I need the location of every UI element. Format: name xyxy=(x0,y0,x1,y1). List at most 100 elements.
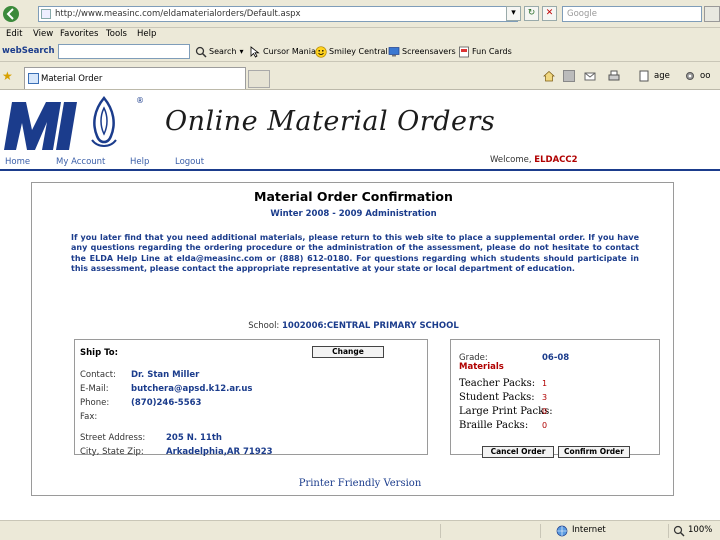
dropdown-icon[interactable]: ▾ xyxy=(506,6,521,21)
toolbar-item-label: Smiley Central xyxy=(329,47,388,56)
printer-friendly-link[interactable]: Printer Friendly Version xyxy=(0,478,720,489)
toolbar-search-button[interactable]: Search ▾ xyxy=(195,44,244,59)
print-icon[interactable] xyxy=(608,70,620,82)
page-icon xyxy=(41,9,51,19)
fax-label: Fax: xyxy=(80,412,98,422)
status-divider xyxy=(540,524,541,538)
materials-box: Grade: 06-08 Materials Teacher Packs: 1 … xyxy=(450,339,660,458)
ship-to-heading: Ship To: xyxy=(80,348,119,358)
back-icon[interactable] xyxy=(2,5,20,23)
mi-logo xyxy=(4,96,117,150)
menu-tools[interactable]: Tools xyxy=(106,29,127,39)
email-value: butchera@apsd.k12.ar.us xyxy=(131,384,253,394)
menu-edit[interactable]: Edit xyxy=(6,29,22,39)
toolbar-brand: webSearch xyxy=(2,46,55,56)
nav-help[interactable]: Help xyxy=(130,157,149,167)
registered-mark: ® xyxy=(136,96,144,105)
web-search-toolbar: webSearch Search ▾ Cursor Mania Smiley C… xyxy=(0,42,720,62)
teacher-packs-value: 1 xyxy=(542,379,548,388)
confirmation-title: Material Order Confirmation xyxy=(254,189,453,204)
tab-title: Material Order xyxy=(41,74,103,84)
teacher-packs-label: Teacher Packs: xyxy=(459,378,536,389)
street-label: Street Address: xyxy=(80,433,146,443)
braille-packs-label: Braille Packs: xyxy=(459,420,529,431)
site-title: Online Material Orders xyxy=(165,106,496,137)
email-label: E-Mail: xyxy=(80,384,109,394)
menu-favorites[interactable]: Favorites xyxy=(60,29,98,39)
smiley-icon xyxy=(315,45,327,58)
toolbar-screensavers[interactable]: Screensavers xyxy=(388,44,456,59)
page-menu-label[interactable]: age xyxy=(654,71,670,81)
tools-gear-icon[interactable] xyxy=(684,70,696,82)
chevron-down-icon: ▾ xyxy=(239,47,244,56)
toolbar-fun-cards[interactable]: Fun Cards xyxy=(458,44,512,59)
school-label: School: xyxy=(248,321,280,331)
search-go-icon[interactable] xyxy=(704,6,720,22)
administration-label: Winter 2008 - 2009 Administration xyxy=(270,209,437,219)
street-value: 205 N. 11th xyxy=(166,433,222,443)
security-zone: Internet xyxy=(572,525,606,535)
refresh-icon[interactable]: ↻ xyxy=(524,6,539,21)
home-icon[interactable] xyxy=(543,70,555,82)
toolbar-cursor-mania[interactable]: Cursor Mania xyxy=(249,44,316,59)
toolbar-search-label: Search xyxy=(209,47,237,56)
student-packs-label: Student Packs: xyxy=(459,392,535,403)
welcome-message: Welcome, ELDACC2 xyxy=(490,155,578,165)
change-button[interactable]: Change xyxy=(312,346,384,358)
page-content: ® Online Material Orders Home My Account… xyxy=(0,90,720,520)
stop-icon[interactable]: ✕ xyxy=(542,6,557,21)
status-bar: Internet 100% xyxy=(0,520,720,540)
status-divider xyxy=(668,524,669,538)
tab-bar: ★ Material Order age oo xyxy=(0,62,720,90)
favorites-star-icon[interactable]: ★ xyxy=(2,69,13,83)
toolbar-item-label: Cursor Mania xyxy=(263,47,316,56)
phone-value: (870)246-5563 xyxy=(131,398,202,408)
menu-help[interactable]: Help xyxy=(137,29,156,39)
phone-label: Phone: xyxy=(80,398,110,408)
welcome-user: ELDACC2 xyxy=(534,155,578,165)
cancel-order-button[interactable]: Cancel Order xyxy=(482,446,554,458)
confirm-order-button[interactable]: Confirm Order xyxy=(558,446,630,458)
nav-logout[interactable]: Logout xyxy=(175,157,204,167)
toolbar-search-input[interactable] xyxy=(58,44,190,59)
grade-value: 06-08 xyxy=(542,353,570,363)
contact-label: Contact: xyxy=(80,370,116,380)
tab-material-order[interactable]: Material Order xyxy=(24,67,246,89)
toolbar-item-label: Screensavers xyxy=(402,47,456,56)
student-packs-value: 3 xyxy=(542,393,548,402)
card-icon xyxy=(459,46,469,57)
zoom-icon[interactable] xyxy=(673,525,685,537)
city-value: Arkadelphia,AR 71923 xyxy=(166,447,273,457)
toolbar-item-label: Fun Cards xyxy=(472,47,512,56)
large-print-packs-label: Large Print Packs: xyxy=(459,406,553,417)
ship-to-box: Ship To: Change Contact: Dr. Stan Miller… xyxy=(74,339,428,457)
new-tab-button[interactable] xyxy=(248,70,270,88)
ie-page-icon xyxy=(28,73,39,84)
mail-icon[interactable] xyxy=(584,70,596,82)
address-bar: http://www.measinc.com/eldamaterialorder… xyxy=(0,0,720,28)
header-divider xyxy=(0,169,720,171)
cursor-icon xyxy=(250,45,260,58)
menu-view[interactable]: View xyxy=(33,29,53,39)
confirmation-notice: If you later find that you need addition… xyxy=(71,233,639,273)
page-icon[interactable] xyxy=(638,70,650,82)
braille-packs-value: 0 xyxy=(542,421,548,430)
magnifier-icon xyxy=(195,46,207,58)
materials-heading: Materials xyxy=(459,362,504,372)
toolbar-smiley-central[interactable]: Smiley Central xyxy=(315,44,388,59)
monitor-icon xyxy=(388,46,400,56)
welcome-label: Welcome, xyxy=(490,155,532,165)
search-input[interactable]: Google xyxy=(562,6,702,22)
zoom-level[interactable]: 100% xyxy=(688,525,712,535)
feeds-icon[interactable] xyxy=(563,70,575,82)
nav-my-account[interactable]: My Account xyxy=(56,157,105,167)
contact-value: Dr. Stan Miller xyxy=(131,370,200,380)
globe-icon xyxy=(556,525,568,537)
school-value: 1002006:CENTRAL PRIMARY SCHOOL xyxy=(282,321,459,331)
school-line: School: 1002006:CENTRAL PRIMARY SCHOOL xyxy=(32,321,675,331)
tools-menu-label[interactable]: oo xyxy=(700,71,710,81)
url-field[interactable]: http://www.measinc.com/eldamaterialorder… xyxy=(38,6,518,22)
menu-bar: Edit View Favorites Tools Help xyxy=(0,28,720,42)
nav-home[interactable]: Home xyxy=(5,157,30,167)
large-print-packs-value: 0 xyxy=(542,407,548,416)
